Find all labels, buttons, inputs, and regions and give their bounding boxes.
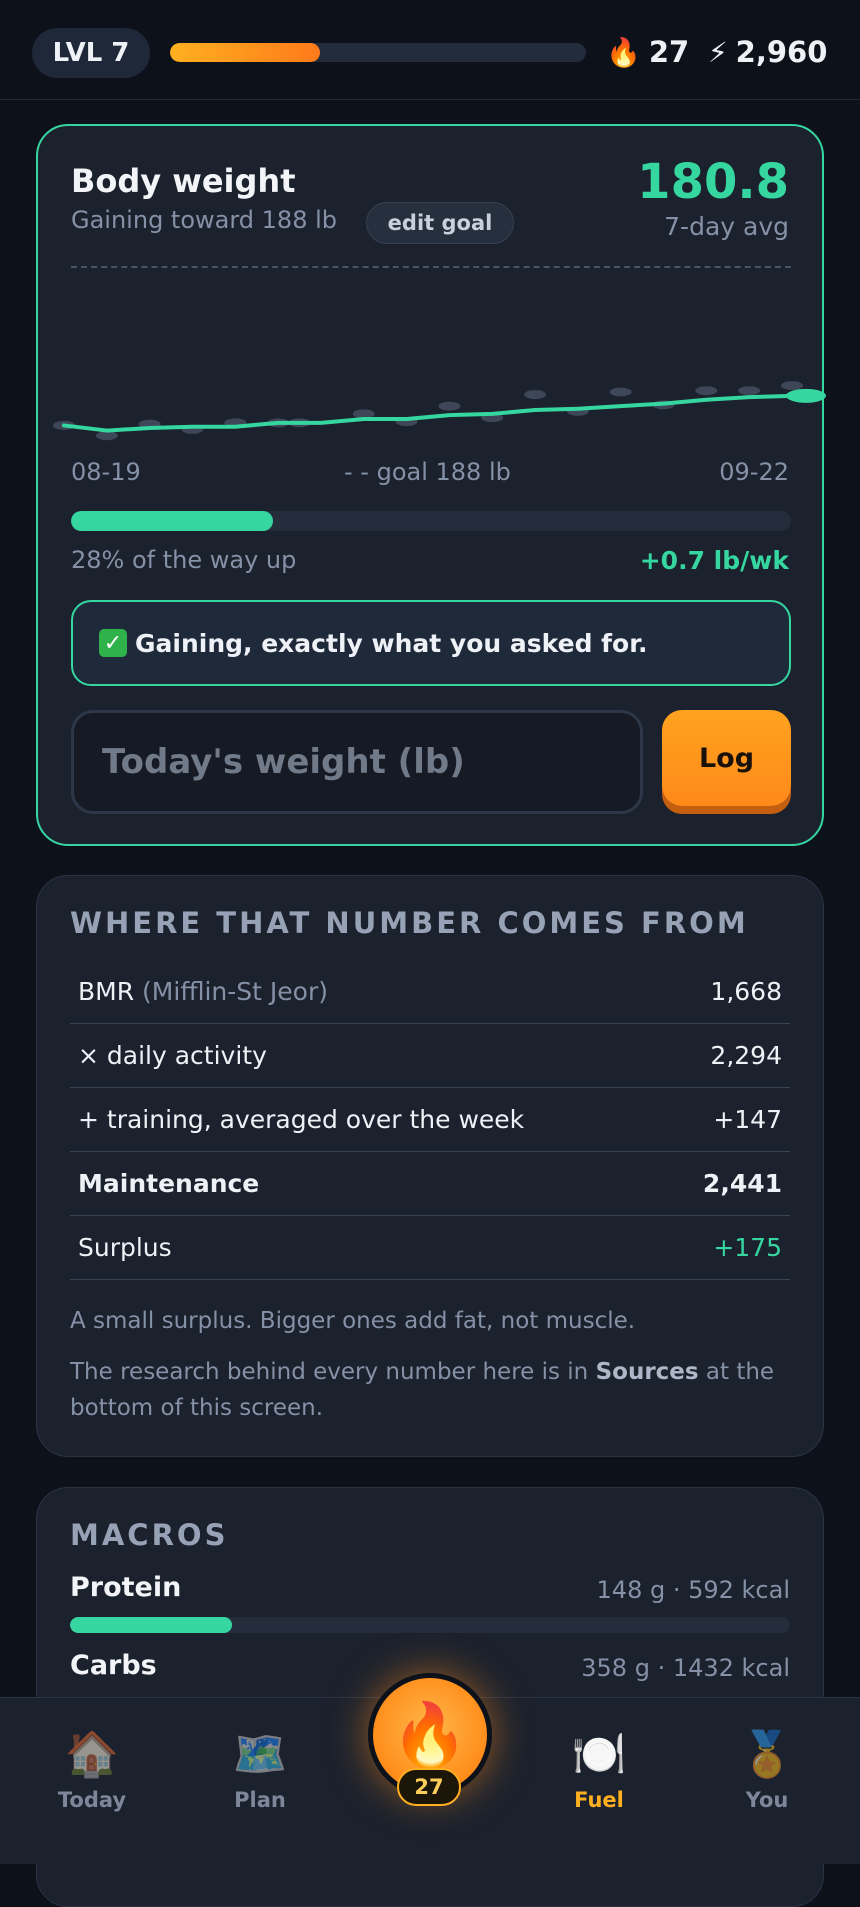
banner-text: Gaining, exactly what you asked for. <box>135 628 648 658</box>
map-icon: 🗺️ <box>232 1729 288 1780</box>
lightning-icon: ⚡ <box>708 35 728 69</box>
current-weight-point <box>786 388 826 403</box>
row-label: Surplus <box>78 1233 172 1262</box>
daily-weight-point <box>524 390 547 400</box>
macro-value-protein: 148 g · 592 kcal <box>596 1576 790 1604</box>
macro-value-carbs: 358 g · 1432 kcal <box>581 1654 790 1682</box>
streak-counter[interactable]: 🔥 27 <box>606 30 689 74</box>
xp-progress-fill <box>170 43 320 62</box>
check-icon: ✓ <box>99 629 127 657</box>
weight-caption: 7-day avg <box>664 212 789 241</box>
macro-fill-protein <box>70 1617 232 1633</box>
table-row-bmr: BMR (Mifflin-St Jeor) 1,668 <box>70 960 790 1024</box>
streak-value: 27 <box>648 35 690 69</box>
weight-input[interactable] <box>71 710 643 814</box>
row-value: 2,441 <box>702 1169 782 1198</box>
row-value: +175 <box>713 1233 782 1262</box>
trend-line <box>62 393 794 433</box>
nav-label: Fuel <box>574 1788 624 1812</box>
level-badge[interactable]: LVL 7 <box>32 28 150 78</box>
breakdown-table: BMR (Mifflin-St Jeor) 1,668 × daily acti… <box>70 960 790 1280</box>
weight-value: 180.8 <box>637 154 789 210</box>
weekly-rate: +0.7 lb/wk <box>639 546 789 575</box>
row-label: BMR <box>78 977 135 1006</box>
nav-item-plan[interactable]: 🗺️ Plan <box>185 1728 335 1828</box>
daily-weight-point <box>738 386 761 396</box>
row-value: 2,294 <box>710 1041 782 1070</box>
body-weight-card: Body weight Gaining toward 188 lb edit g… <box>36 124 826 846</box>
row-sublabel: (Mifflin-St Jeor) <box>142 977 328 1006</box>
row-value: 1,668 <box>710 977 782 1006</box>
daily-weight-point <box>781 381 803 391</box>
status-banner: ✓ Gaining, exactly what you asked for. <box>71 600 791 686</box>
daily-weight-point <box>695 386 718 396</box>
weight-chart <box>53 381 826 441</box>
nav-label: You <box>745 1788 789 1812</box>
row-label: × daily activity <box>78 1041 267 1070</box>
flame-icon: 🔥 <box>606 35 641 69</box>
macro-bar-protein <box>70 1617 790 1633</box>
nav-item-you[interactable]: 🏅 You <box>692 1728 842 1828</box>
card-title: Body weight <box>71 162 296 200</box>
row-label: Maintenance <box>78 1169 260 1198</box>
sources-note: The research behind every number here is… <box>70 1354 800 1426</box>
goal-label: - - goal 188 lb <box>344 458 511 486</box>
x-axis-start-label: 08-19 <box>71 458 141 486</box>
medal-icon: 🏅 <box>739 1729 795 1780</box>
points-value: 2,960 <box>735 35 828 69</box>
macro-name-carbs: Carbs <box>70 1650 157 1681</box>
surplus-note: A small surplus. Bigger ones add fat, no… <box>70 1308 636 1334</box>
note-text: The research behind every number here is… <box>70 1359 596 1385</box>
flame-icon: 🔥 <box>391 1698 469 1771</box>
table-row-maintenance: Maintenance 2,441 <box>70 1152 790 1216</box>
goal-subtitle: Gaining toward 188 lb <box>71 206 338 234</box>
table-row-training: + training, averaged over the week +147 <box>70 1088 790 1152</box>
plate-icon: 🍽️ <box>571 1729 627 1780</box>
nav-item-today[interactable]: 🏠 Today <box>17 1728 167 1828</box>
fab-streak-count: 27 <box>397 1768 461 1806</box>
table-row-activity: × daily activity 2,294 <box>70 1024 790 1088</box>
progress-label: 28% of the way up <box>71 546 297 574</box>
daily-weight-point <box>609 387 632 397</box>
nav-item-fuel[interactable]: 🍽️ Fuel <box>524 1728 674 1828</box>
section-title: MACROS <box>70 1518 229 1552</box>
nav-label: Today <box>57 1788 127 1812</box>
house-icon: 🏠 <box>64 1729 120 1780</box>
macro-name-protein: Protein <box>70 1572 182 1603</box>
top-bar: LVL 7 🔥 27 ⚡ 2,960 <box>0 0 860 100</box>
nav-label: Plan <box>234 1788 286 1812</box>
row-value: +147 <box>713 1105 782 1134</box>
sources-link[interactable]: Sources <box>596 1359 699 1385</box>
edit-goal-button[interactable]: edit goal <box>366 202 514 244</box>
goal-progress-bar <box>71 511 791 531</box>
log-button[interactable]: Log <box>662 710 791 806</box>
goal-progress-fill <box>71 511 273 531</box>
points-counter[interactable]: ⚡ 2,960 <box>708 30 827 74</box>
daily-weight-point <box>438 401 461 411</box>
section-title: WHERE THAT NUMBER COMES FROM <box>70 906 749 940</box>
table-row-surplus: Surplus +175 <box>70 1216 790 1280</box>
x-axis-end-label: 09-22 <box>719 458 789 486</box>
xp-progress-bar <box>170 43 586 62</box>
calorie-breakdown-card: WHERE THAT NUMBER COMES FROM BMR (Miffli… <box>36 875 824 1457</box>
row-label: + training, averaged over the week <box>78 1105 525 1134</box>
